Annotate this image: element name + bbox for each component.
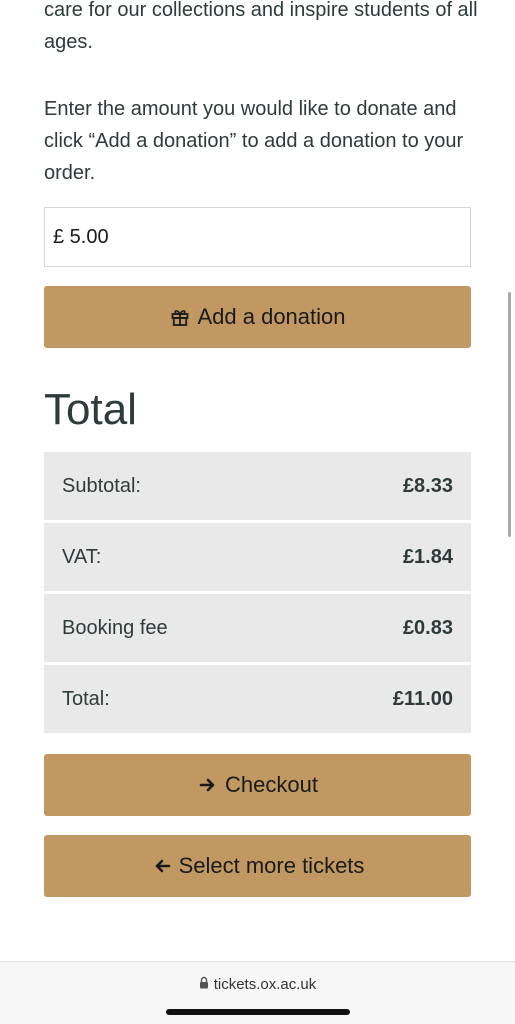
arrow-left-icon <box>151 855 173 877</box>
browser-address-bar[interactable]: tickets.ox.ac.uk <box>0 961 515 1024</box>
scrollbar[interactable] <box>508 292 511 537</box>
booking-fee-row: Booking fee £0.83 <box>44 594 471 662</box>
vat-label: VAT: <box>62 545 102 568</box>
total-row: Total: £11.00 <box>44 665 471 733</box>
booking-fee-label: Booking fee <box>62 616 168 639</box>
subtotal-value: £8.33 <box>402 474 453 497</box>
vat-value: £1.84 <box>402 545 453 568</box>
total-heading: Total <box>44 385 137 434</box>
select-more-tickets-label: Select more tickets <box>178 853 365 878</box>
add-donation-label: Add a donation <box>197 304 346 329</box>
arrow-right-icon <box>197 774 219 796</box>
booking-fee-value: £0.83 <box>402 616 453 639</box>
subtotal-row: Subtotal: £8.33 <box>44 452 471 520</box>
donation-amount-input[interactable] <box>44 207 471 267</box>
total-label: Total: <box>62 687 110 710</box>
intro-paragraph: care for our collections and inspire stu… <box>44 0 478 53</box>
donation-instructions: Enter the amount you would like to donat… <box>44 98 464 184</box>
subtotal-label: Subtotal: <box>62 474 141 497</box>
url-display[interactable]: tickets.ox.ac.uk <box>0 976 515 993</box>
select-more-tickets-button[interactable]: Select more tickets <box>44 835 471 897</box>
donation-page: care for our collections and inspire stu… <box>0 0 515 1024</box>
checkout-button[interactable]: Checkout <box>44 754 471 816</box>
totals-table: Subtotal: £8.33 VAT: £1.84 Booking fee £… <box>44 452 471 736</box>
lock-icon <box>199 976 209 993</box>
vat-row: VAT: £1.84 <box>44 523 471 591</box>
gift-icon <box>169 306 191 328</box>
home-indicator[interactable] <box>166 1009 350 1015</box>
total-value: £11.00 <box>392 687 453 710</box>
url-text: tickets.ox.ac.uk <box>213 976 317 993</box>
checkout-label: Checkout <box>225 772 318 797</box>
add-donation-button[interactable]: Add a donation <box>44 286 471 348</box>
